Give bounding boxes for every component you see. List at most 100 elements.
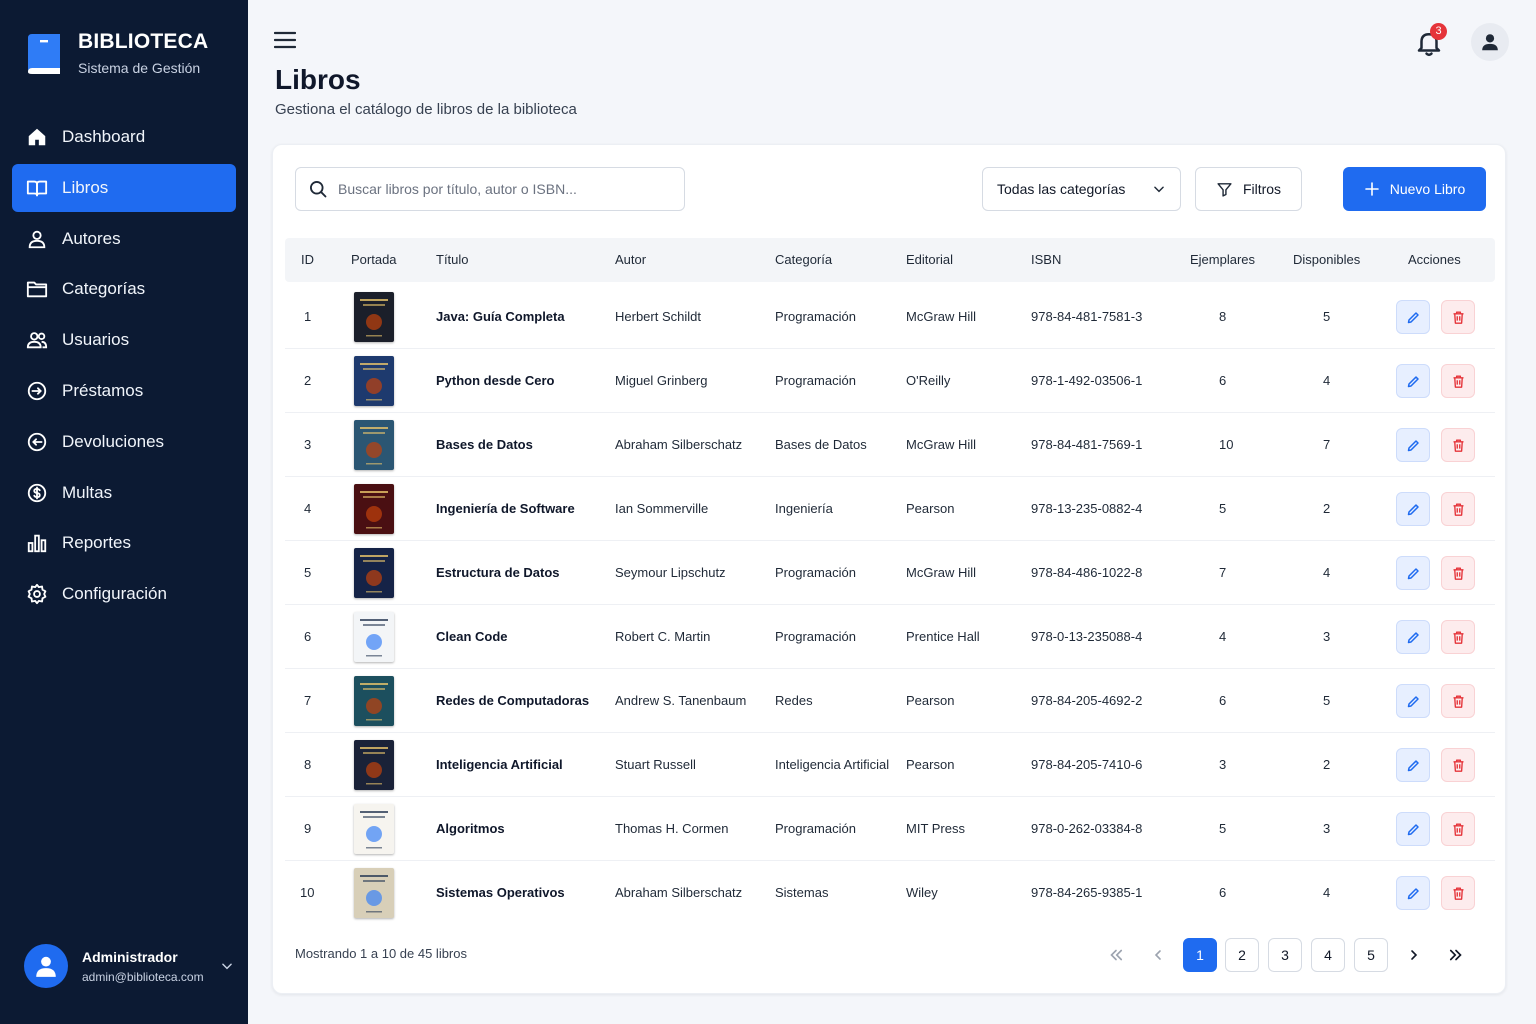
edit-button[interactable] [1396, 364, 1430, 398]
cell-category: Programación [775, 565, 856, 580]
book-cover [354, 612, 394, 662]
trash-icon [1453, 311, 1463, 324]
sidebar-item-reportes[interactable]: Reportes [12, 519, 236, 567]
sidebar-item-devoluciones[interactable]: Devoluciones [12, 418, 236, 466]
user-menu[interactable]: Administrador admin@biblioteca.com [24, 944, 234, 988]
cell-author: Thomas H. Cormen [615, 821, 729, 836]
page-button-2[interactable]: 2 [1225, 938, 1259, 972]
delete-button[interactable] [1441, 812, 1475, 846]
page-button-5[interactable]: 5 [1354, 938, 1388, 972]
cell-publisher: McGraw Hill [906, 565, 977, 580]
cell-copies: 4 [1219, 629, 1227, 644]
book-cover [354, 676, 394, 726]
page-subtitle: Gestiona el catálogo de libros de la bib… [275, 101, 577, 118]
cell-copies: 10 [1219, 437, 1234, 452]
search-box[interactable] [295, 167, 685, 211]
delete-button[interactable] [1441, 620, 1475, 654]
edit-button[interactable] [1396, 492, 1430, 526]
pencil-icon [1407, 631, 1419, 643]
cell-available: 7 [1323, 437, 1331, 452]
sidebar-item-label: Configuración [62, 584, 167, 604]
pencil-icon [1407, 823, 1419, 835]
edit-button[interactable] [1396, 556, 1430, 590]
edit-button[interactable] [1396, 620, 1430, 654]
prev-page-button[interactable] [1141, 938, 1175, 972]
delete-button[interactable] [1441, 684, 1475, 718]
sidebar-item-usuarios[interactable]: Usuarios [12, 316, 236, 364]
edit-button[interactable] [1396, 684, 1430, 718]
sidebar-item-label: Autores [62, 228, 121, 248]
last-page-button[interactable] [1439, 938, 1473, 972]
next-page-button[interactable] [1397, 938, 1431, 972]
search-icon [310, 181, 327, 198]
profile-button[interactable] [1471, 23, 1509, 61]
page-button-4[interactable]: 4 [1311, 938, 1345, 972]
category-select[interactable]: Todas las categorías [982, 167, 1181, 211]
edit-button[interactable] [1396, 300, 1430, 334]
sidebar-item-configuracion[interactable]: Configuración [12, 570, 236, 618]
column-header-author: Autor [615, 252, 647, 267]
pencil-icon [1407, 311, 1419, 323]
search-input[interactable] [338, 181, 668, 197]
filters-button[interactable]: Filtros [1195, 167, 1302, 211]
cell-id: 7 [304, 693, 312, 708]
cell-isbn: 978-0-262-03384-8 [1031, 821, 1143, 836]
cell-isbn: 978-84-205-7410-6 [1031, 757, 1143, 772]
avatar [24, 944, 68, 988]
first-page-button[interactable] [1099, 938, 1133, 972]
delete-button[interactable] [1441, 876, 1475, 910]
pagination-summary: Mostrando 1 a 10 de 45 libros [295, 946, 467, 961]
sidebar-item-prestamos[interactable]: Préstamos [12, 367, 236, 415]
trash-icon [1453, 887, 1463, 900]
menu-icon[interactable] [274, 30, 296, 50]
column-header-copies: Ejemplares [1190, 252, 1256, 267]
brand-subtitle: Sistema de Gestión [78, 60, 201, 76]
new-book-button[interactable]: Nuevo Libro [1343, 167, 1486, 211]
cell-category: Inteligencia Artificial [775, 757, 890, 772]
sidebar-item-libros[interactable]: Libros [12, 163, 236, 212]
delete-button[interactable] [1441, 428, 1475, 462]
chevrons-left-icon [1110, 949, 1123, 961]
delete-button[interactable] [1441, 556, 1475, 590]
bar-chart-icon [27, 535, 47, 553]
cell-isbn: 978-1-492-03506-1 [1031, 373, 1143, 388]
book-logo-icon [28, 34, 60, 74]
sidebar-item-categorias[interactable]: Categorías [12, 265, 236, 313]
cell-publisher: McGraw Hill [906, 437, 977, 452]
users-icon [26, 332, 48, 349]
chevron-down-icon[interactable] [220, 959, 234, 973]
book-cover [354, 484, 394, 534]
sidebar-item-autores[interactable]: Autores [12, 215, 236, 263]
page-button-3[interactable]: 3 [1268, 938, 1302, 972]
cell-available: 2 [1323, 501, 1331, 516]
cell-isbn: 978-84-481-7581-3 [1031, 309, 1143, 324]
dollar-circle-icon [27, 483, 47, 502]
edit-button[interactable] [1396, 748, 1430, 782]
sidebar-item-multas[interactable]: Multas [12, 469, 236, 517]
cell-publisher: McGraw Hill [906, 309, 977, 324]
gear-icon [27, 584, 47, 605]
column-header-available: Disponibles [1293, 252, 1361, 267]
table-header: ID Portada Título Autor Categoría Editor… [285, 238, 1495, 282]
edit-button[interactable] [1396, 876, 1430, 910]
user-name: Administrador [82, 948, 178, 965]
cell-id: 3 [304, 437, 312, 452]
delete-button[interactable] [1441, 300, 1475, 334]
page-button-1[interactable]: 1 [1183, 938, 1217, 972]
sidebar-item-dashboard[interactable]: Dashboard [12, 113, 236, 161]
delete-button[interactable] [1441, 748, 1475, 782]
cell-copies: 6 [1219, 885, 1227, 900]
cell-id: 9 [304, 821, 312, 836]
edit-button[interactable] [1396, 812, 1430, 846]
edit-button[interactable] [1396, 428, 1430, 462]
cell-author: Herbert Schildt [615, 309, 701, 324]
delete-button[interactable] [1441, 364, 1475, 398]
cell-isbn: 978-0-13-235088-4 [1031, 629, 1143, 644]
brand-title: BIBLIOTECA [78, 30, 209, 53]
delete-button[interactable] [1441, 492, 1475, 526]
table-row: 3 Bases de Datos Abraham Silberschatz Bases… [285, 413, 1495, 477]
cell-title: Ingeniería de Software [436, 501, 575, 516]
table-row: 10 Sistemas Operativos Abraham Silberschat… [285, 861, 1495, 925]
book-cover [354, 548, 394, 598]
notification-badge: 3 [1430, 23, 1447, 40]
